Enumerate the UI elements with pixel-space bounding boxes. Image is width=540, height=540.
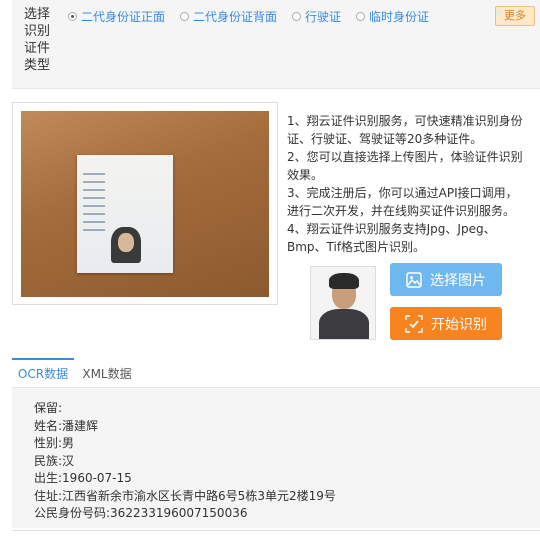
image-upload-icon [406, 271, 422, 288]
option-label: 二代身份证背面 [193, 10, 278, 24]
tab-ocr-data[interactable]: OCR数据 [12, 358, 74, 388]
tab-xml-data[interactable]: XML数据 [74, 358, 140, 388]
scan-icon [405, 314, 423, 333]
portrait-thumbnail [310, 266, 376, 340]
description-line: 4、翔云证件识别服务支持Jpg、Jpeg、Bmp、Tif格式图片识别。 [287, 222, 496, 254]
uploaded-image-frame [12, 102, 278, 305]
select-image-label: 选择图片 [430, 272, 486, 289]
option-label: 二代身份证正面 [81, 10, 166, 24]
radio-id-front[interactable] [68, 12, 77, 21]
option-label: 行驶证 [305, 10, 342, 24]
description-line: 3、完成注册后，你可以通过API接口调用，进行二次开发，并在线购买证件识别服务。 [287, 186, 518, 218]
description-line: 1、翔云证件识别服务，可快速精准识别身份证、行驶证、驾驶证等20多种证件。 [287, 114, 523, 146]
result-line: 公民身份号码:362233196007150036 [34, 506, 248, 520]
id-type-label: 选择识别证件类型 [24, 7, 51, 73]
result-line: 出生:1960-07-15 [34, 471, 132, 485]
radio-id-back[interactable] [180, 12, 190, 21]
more-button[interactable]: 更多 [495, 6, 535, 26]
option-vehicle-license[interactable]: 行驶证 [292, 8, 341, 25]
option-id-back[interactable]: 二代身份证背面 [180, 8, 277, 25]
ocr-result-lines: 保留: 姓名:潘建辉 性别:男 民族:汉 出生:1960-07-15 住址:江西… [34, 400, 336, 523]
service-description: 1、翔云证件识别服务，可快速精准识别身份证、行驶证、驾驶证等20多种证件。 2、… [287, 112, 527, 256]
id-type-selector: 选择识别证件类型 二代身份证正面 二代身份证背面 行驶证 临时身份证 更多 [12, 0, 540, 88]
id-card-image [77, 155, 173, 273]
result-line: 民族:汉 [34, 453, 75, 468]
result-line: 保留: [34, 401, 63, 415]
start-recognition-button[interactable]: 开始识别 [390, 307, 502, 340]
option-temp-id[interactable]: 临时身份证 [356, 8, 429, 25]
result-line: 住址:江西省新余市渝水区长青中路6号5栋3单元2楼19号 [34, 488, 336, 503]
result-tabs: OCR数据 XML数据 [12, 358, 540, 388]
start-recognition-label: 开始识别 [431, 316, 487, 333]
result-line: 性别:男 [34, 436, 75, 450]
option-label: 临时身份证 [369, 10, 430, 24]
select-image-button[interactable]: 选择图片 [390, 263, 502, 296]
divider [12, 88, 540, 89]
result-line: 姓名:潘建辉 [34, 418, 99, 433]
radio-vehicle-license[interactable] [292, 12, 302, 21]
radio-temp-id[interactable] [356, 12, 366, 21]
id-type-options: 二代身份证正面 二代身份证背面 行驶证 临时身份证 [68, 8, 444, 25]
uploaded-id-photo [21, 111, 269, 297]
description-line: 2、您可以直接选择上传图片，体验证件识别效果。 [287, 150, 523, 182]
option-id-front[interactable]: 二代身份证正面 [68, 8, 165, 25]
ocr-result-panel: 保留: 姓名:潘建辉 性别:男 民族:汉 出生:1960-07-15 住址:江西… [12, 388, 540, 528]
